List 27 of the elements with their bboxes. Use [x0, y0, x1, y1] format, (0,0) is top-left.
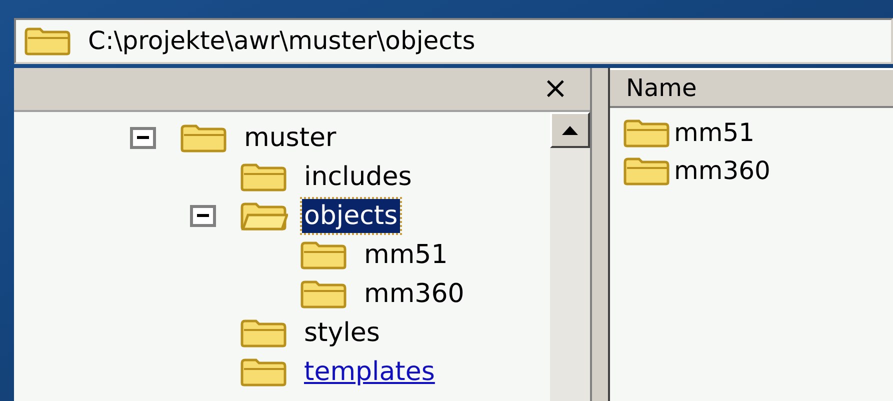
tree-item[interactable]: muster	[242, 120, 338, 154]
folder-icon	[622, 156, 672, 186]
folder-icon	[300, 240, 348, 270]
close-button[interactable]: ×	[542, 74, 568, 104]
folder-icon	[240, 162, 288, 192]
collapse-toggle[interactable]	[130, 126, 156, 148]
tree-item[interactable]: objects	[302, 198, 400, 232]
folder-icon	[180, 122, 228, 152]
tree-item[interactable]: templates	[302, 354, 437, 388]
scroll-up-button[interactable]	[550, 112, 590, 148]
folder-icon	[24, 26, 72, 56]
file-name[interactable]: mm360	[674, 152, 770, 190]
folder-icon	[622, 118, 672, 148]
folder-icon	[240, 356, 288, 386]
tree-item[interactable]: includes	[302, 160, 414, 194]
collapse-toggle[interactable]	[190, 204, 216, 226]
folder-icon	[300, 278, 348, 308]
file-name[interactable]: mm51	[674, 114, 755, 152]
up-arrow-icon	[562, 126, 578, 134]
tree-item[interactable]: styles	[302, 316, 382, 350]
folder-icon	[240, 200, 288, 230]
column-header[interactable]: Name	[610, 68, 893, 108]
address-path: C:\projekte\awr\muster\objects	[88, 25, 476, 58]
folder-icon	[240, 318, 288, 348]
tree-item[interactable]: mm51	[362, 238, 450, 272]
address-bar[interactable]: C:\projekte\awr\muster\objects	[14, 18, 893, 64]
tree-item[interactable]: mm360	[362, 276, 466, 310]
